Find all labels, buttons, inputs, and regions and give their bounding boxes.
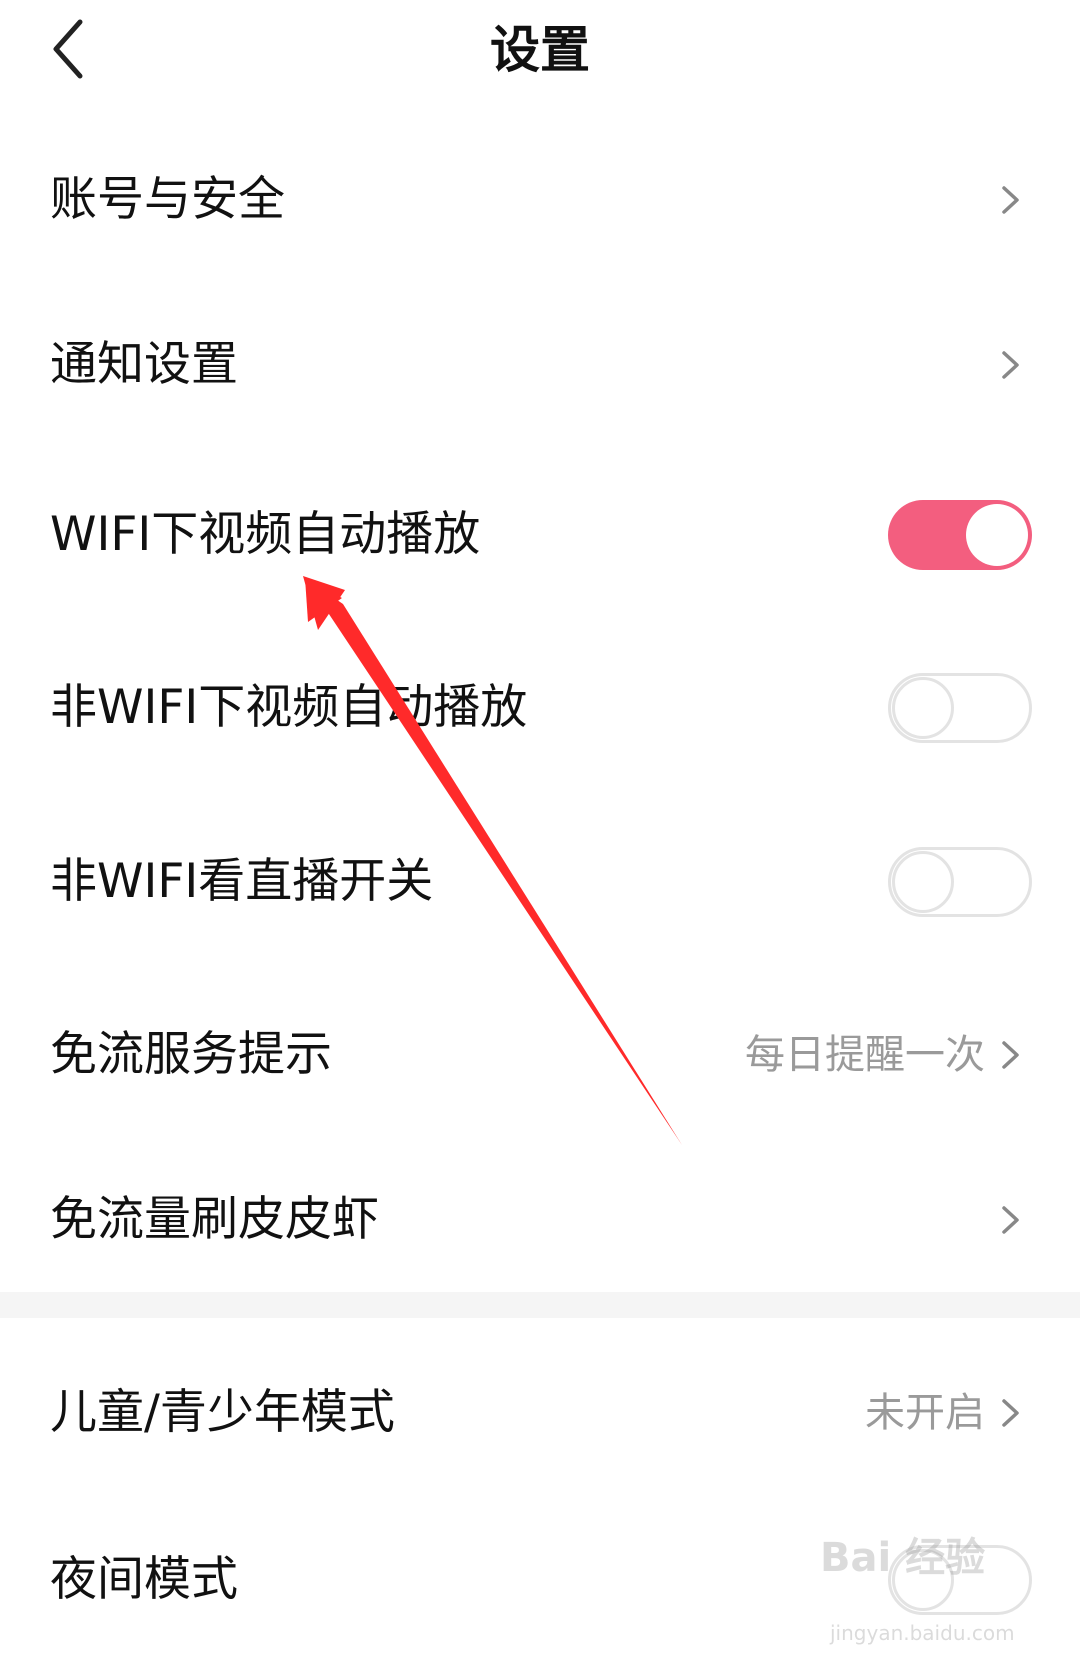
chevron-right-icon [1002,1399,1019,1427]
page-title: 设置 [490,21,590,79]
chevron-right-icon [1002,351,1019,379]
row-label: 免流服务提示 [50,1027,332,1082]
toggle-knob [966,504,1028,566]
settings-row-notifications[interactable]: 通知设置 [0,295,1080,435]
row-label: 账号与安全 [50,172,285,227]
row-label: 儿童/青少年模式 [50,1385,395,1440]
settings-row-kids-mode[interactable]: 儿童/青少年模式 未开启 [0,1343,1080,1483]
row-value: 每日提醒一次 [745,1032,985,1078]
row-label: 免流量刷皮皮虾 [50,1192,379,1247]
row-value: 未开启 [865,1390,985,1436]
settings-row-non-wifi-autoplay: 非WIFI下视频自动播放 [0,638,1080,778]
row-label: 通知设置 [50,337,238,392]
watermark-brand: Bai 经验 [820,1535,986,1581]
row-label: 非WIFI下视频自动播放 [50,680,528,735]
section-divider [0,1292,1080,1318]
toggle-knob [892,677,954,739]
header-bar: 设置 [0,0,1080,100]
settings-row-free-data-tip[interactable]: 免流服务提示 每日提醒一次 [0,985,1080,1125]
toggle-knob [892,851,954,913]
row-label: WIFI下视频自动播放 [50,507,481,562]
non-wifi-autoplay-toggle[interactable] [888,673,1032,743]
chevron-right-icon [1002,1206,1019,1234]
chevron-right-icon [1002,1041,1019,1069]
settings-row-account-security[interactable]: 账号与安全 [0,130,1080,270]
chevron-right-icon [1002,186,1019,214]
non-wifi-live-toggle[interactable] [888,847,1032,917]
wifi-autoplay-toggle[interactable] [888,500,1032,570]
settings-row-wifi-autoplay: WIFI下视频自动播放 [0,465,1080,605]
watermark-url: jingyan.baidu.com [830,1621,1015,1645]
settings-row-free-data-pipixia[interactable]: 免流量刷皮皮虾 [0,1150,1080,1290]
row-label: 夜间模式 [50,1552,238,1607]
row-label: 非WIFI看直播开关 [50,854,434,909]
settings-row-non-wifi-live: 非WIFI看直播开关 [0,812,1080,952]
baidu-watermark: Bai 经验 jingyan.baidu.com [820,1525,1050,1655]
